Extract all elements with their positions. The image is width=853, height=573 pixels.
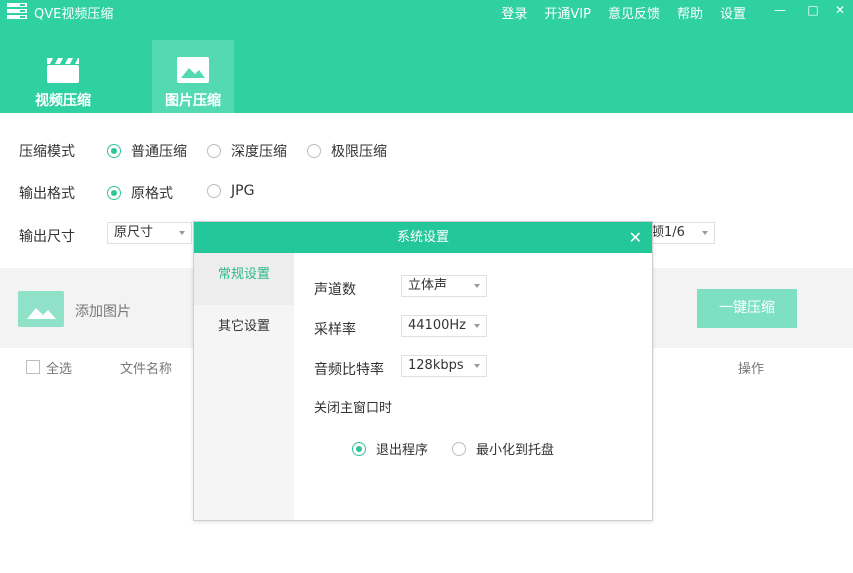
column-file-name: 文件名称 — [120, 362, 173, 377]
output-size-label: 输出尺寸 — [19, 229, 75, 245]
radio-original-format[interactable]: 原格式 — [107, 183, 173, 203]
radio-label: 极限压缩 — [331, 144, 387, 160]
maximize-icon[interactable]: □ — [805, 2, 821, 18]
add-image-icon[interactable] — [18, 291, 64, 327]
add-image-button[interactable]: 添加图片 — [75, 301, 131, 321]
radio-normal-compress[interactable]: 普通压缩 — [107, 141, 187, 161]
radio-exit-program[interactable]: 退出程序 — [352, 439, 428, 458]
dialog-title: 系统设置 — [396, 230, 449, 245]
radio-label: 原格式 — [131, 186, 173, 202]
one-click-compress-button[interactable]: 一键压缩 — [697, 289, 797, 328]
radio-label: 普通压缩 — [131, 144, 187, 160]
dialog-sidebar: 常规设置 其它设置 — [194, 253, 294, 520]
radio-dot — [352, 441, 366, 456]
radio-minimize-tray[interactable]: 最小化到托盘 — [452, 439, 554, 458]
radio-extreme-compress[interactable]: 极限压缩 — [307, 141, 387, 161]
radio-dot — [452, 441, 466, 456]
select-value: 顿1/6 — [651, 225, 685, 240]
settings-link[interactable]: 设置 — [720, 3, 746, 22]
dialog-title-bar: 系统设置 ✕ — [194, 222, 652, 253]
vip-link[interactable]: 开通VIP — [544, 3, 591, 22]
column-action: 操作 — [738, 362, 765, 377]
radio-label: 最小化到托盘 — [476, 443, 555, 458]
radio-label: JPG — [231, 183, 255, 199]
app-title: QVE视频压缩 — [34, 7, 114, 22]
radio-dot — [107, 186, 121, 200]
tab-label: 视频压缩 — [35, 93, 91, 109]
sidebar-item-other[interactable]: 其它设置 — [194, 305, 294, 357]
help-link[interactable]: 帮助 — [677, 3, 703, 22]
sample-rate-label: 采样率 — [314, 322, 356, 338]
output-format-label: 输出格式 — [19, 186, 75, 202]
radio-jpg-format[interactable]: JPG — [207, 183, 254, 199]
dialog-close-icon[interactable]: ✕ — [629, 222, 642, 253]
output-size-select[interactable]: 原尺寸 — [107, 222, 192, 244]
close-icon[interactable]: ✕ — [832, 2, 848, 18]
menu-stack-icon — [7, 3, 27, 19]
radio-deep-compress[interactable]: 深度压缩 — [207, 141, 287, 161]
select-value: 128kbps — [408, 358, 464, 373]
chevron-down-icon — [474, 364, 480, 368]
minimize-icon[interactable]: — — [772, 2, 788, 18]
bitrate-label: 音频比特率 — [314, 362, 384, 378]
tab-label: 图片压缩 — [165, 93, 221, 109]
radio-dot — [107, 144, 121, 158]
radio-dot — [207, 184, 221, 198]
feedback-link[interactable]: 意见反馈 — [608, 3, 660, 22]
title-bar: QVE视频压缩 登录 开通VIP 意见反馈 帮助 设置 — □ ✕ — [0, 0, 853, 22]
bitrate-select[interactable]: 128kbps — [401, 355, 487, 377]
sample-rate-select[interactable]: 44100Hz — [401, 315, 487, 337]
frame-select[interactable]: 顿1/6 — [644, 222, 715, 244]
select-all-label: 全选 — [46, 362, 73, 377]
chevron-down-icon — [474, 324, 480, 328]
select-value: 原尺寸 — [114, 225, 154, 240]
radio-label: 退出程序 — [376, 443, 429, 458]
on-close-label: 关闭主窗口时 — [314, 401, 393, 416]
chevron-down-icon — [474, 284, 480, 288]
compress-mode-label: 压缩模式 — [19, 144, 75, 160]
channels-select[interactable]: 立体声 — [401, 275, 487, 297]
tab-image-compress[interactable]: 图片压缩 — [152, 40, 234, 113]
clapperboard-icon — [47, 58, 79, 83]
sidebar-item-general[interactable]: 常规设置 — [194, 253, 294, 305]
chevron-down-icon — [702, 231, 708, 235]
login-link[interactable]: 登录 — [501, 3, 527, 22]
radio-label: 深度压缩 — [231, 144, 287, 160]
image-icon — [177, 57, 209, 83]
app-header: QVE视频压缩 登录 开通VIP 意见反馈 帮助 设置 — □ ✕ 视频压缩 图… — [0, 0, 853, 113]
radio-dot — [307, 144, 321, 158]
channels-label: 声道数 — [314, 282, 356, 298]
select-value: 44100Hz — [408, 318, 466, 333]
system-settings-dialog: 系统设置 ✕ 常规设置 其它设置 声道数 立体声 采样率 44100Hz 音频比… — [193, 221, 653, 521]
radio-dot — [207, 144, 221, 158]
top-menu: 登录 开通VIP 意见反馈 帮助 设置 — [501, 3, 746, 22]
select-value: 立体声 — [408, 278, 448, 293]
chevron-down-icon — [179, 231, 185, 235]
tab-video-compress[interactable]: 视频压缩 — [22, 40, 104, 113]
select-all-checkbox[interactable] — [26, 360, 40, 374]
